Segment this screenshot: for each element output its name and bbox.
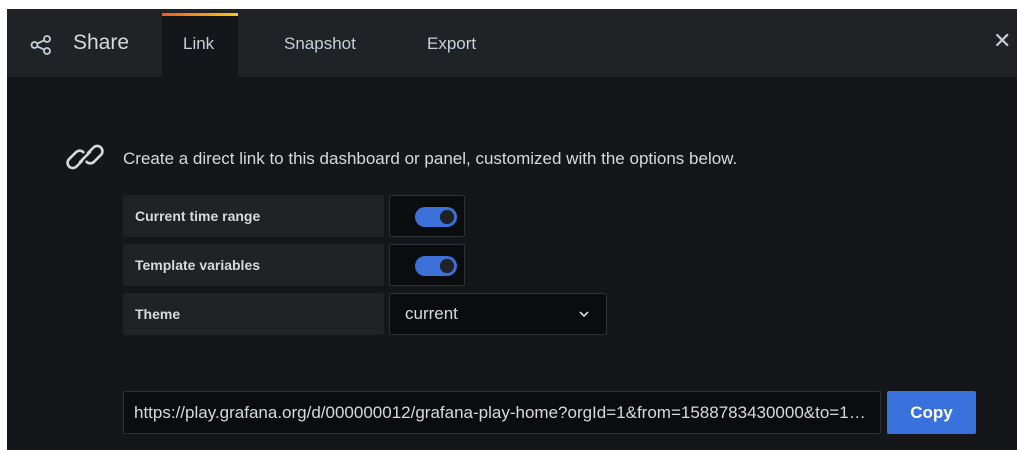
toggle-track [415, 256, 457, 276]
active-tab-indicator [162, 13, 238, 16]
copy-button[interactable]: Copy [887, 391, 976, 434]
share-modal: Share Link Snapshot Export ✕ Create a di… [7, 9, 1017, 450]
tab-snapshot[interactable]: Snapshot [284, 34, 356, 54]
theme-select-value: current [405, 304, 458, 323]
theme-label: Theme [123, 293, 384, 335]
toggle-knob [440, 259, 454, 273]
template-variables-label: Template variables [123, 244, 384, 286]
toggle-knob [440, 210, 454, 224]
modal-title: Share [73, 31, 130, 54]
tab-export[interactable]: Export [427, 34, 476, 54]
current-time-range-toggle[interactable] [389, 195, 465, 237]
share-description: Create a direct link to this dashboard o… [123, 149, 738, 168]
theme-select[interactable]: current [389, 293, 607, 335]
share-url-input[interactable] [123, 391, 881, 434]
toggle-track [415, 207, 457, 227]
template-variables-toggle[interactable] [389, 244, 465, 286]
current-time-range-label: Current time range [123, 195, 384, 237]
close-icon[interactable]: ✕ [993, 30, 1011, 52]
chevron-down-icon [579, 311, 589, 318]
share-icon [30, 35, 51, 55]
link-icon [66, 144, 104, 170]
tab-link[interactable]: Link [183, 34, 214, 54]
modal-header: Share Link Snapshot Export ✕ [7, 9, 1017, 77]
